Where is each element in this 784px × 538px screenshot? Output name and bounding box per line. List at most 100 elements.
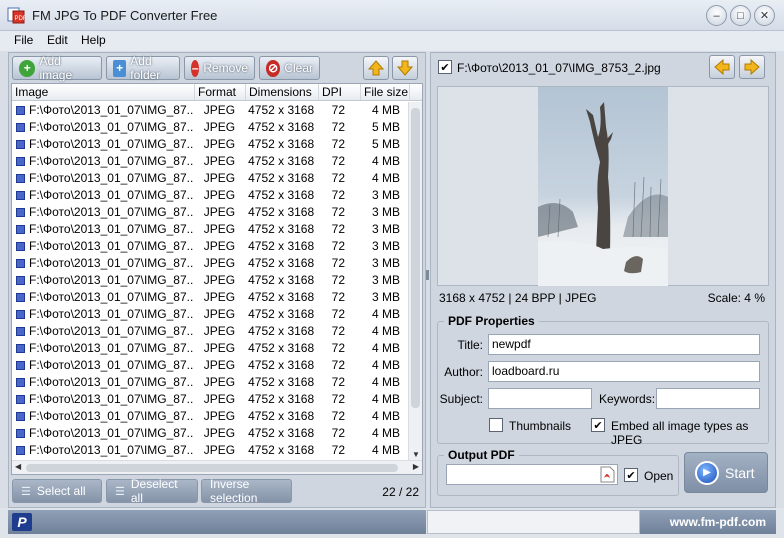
title-field[interactable]: newpdf [488, 334, 760, 355]
table-row[interactable]: F:\Фото\2013_01_07\IMG_87... JPEG 4752 x 3… [12, 289, 408, 306]
table-row[interactable]: F:\Фото\2013_01_07\IMG_87... JPEG 4752 x 3… [12, 306, 408, 323]
table-row[interactable]: F:\Фото\2013_01_07\IMG_87... JPEG 4752 x 3… [12, 374, 408, 391]
output-path-field[interactable] [446, 464, 618, 485]
horizontal-scroll-thumb[interactable] [26, 464, 398, 472]
inverse-selection-label: Inverse selection [210, 477, 258, 505]
maximize-button[interactable]: □ [730, 5, 751, 26]
file-icon [16, 259, 25, 268]
table-row[interactable]: F:\Фото\2013_01_07\IMG_87... JPEG 4752 x 3… [12, 442, 408, 459]
file-icon [16, 412, 25, 421]
preview-area [437, 86, 769, 286]
svg-text:PDF: PDF [15, 16, 26, 22]
add-icon: + [19, 59, 36, 77]
subject-field[interactable] [488, 388, 592, 409]
cell-dimensions: 4752 x 3168 [248, 409, 315, 423]
open-after-checkbox[interactable]: ✔ [624, 468, 638, 482]
next-image-button[interactable] [739, 55, 765, 79]
table-row[interactable]: F:\Фото\2013_01_07\IMG_87... JPEG 4752 x 3… [12, 170, 408, 187]
table-row[interactable]: F:\Фото\2013_01_07\IMG_87... JPEG 4752 x 3… [12, 357, 408, 374]
author-field[interactable]: loadboard.ru [488, 361, 760, 382]
menu-edit[interactable]: Edit [47, 33, 68, 47]
table-row[interactable]: F:\Фото\2013_01_07\IMG_87... JPEG 4752 x 3… [12, 136, 408, 153]
cell-file-size: 4 MB [371, 154, 400, 168]
table-row[interactable]: F:\Фото\2013_01_07\IMG_87... JPEG 4752 x 3… [12, 340, 408, 357]
subject-label: Subject: [439, 392, 483, 406]
inverse-selection-button[interactable]: Inverse selection [201, 477, 292, 505]
table-row[interactable]: F:\Фото\2013_01_07\IMG_87... JPEG 4752 x 3… [12, 425, 408, 442]
remove-button[interactable]: – Remove [184, 56, 255, 80]
cell-format: JPEG [203, 290, 236, 304]
cell-image: F:\Фото\2013_01_07\IMG_87... [12, 272, 194, 289]
table-row[interactable]: F:\Фото\2013_01_07\IMG_87... JPEG 4752 x 3… [12, 153, 408, 170]
cell-format: JPEG [203, 375, 236, 389]
keywords-field[interactable] [656, 388, 760, 409]
cell-dimensions: 4752 x 3168 [248, 154, 315, 168]
table-row[interactable]: F:\Фото\2013_01_07\IMG_87... JPEG 4752 x 3… [12, 408, 408, 425]
scroll-down-icon[interactable]: ▼ [412, 450, 420, 459]
file-path: F:\Фото\2013_01_07\IMG_87... [29, 443, 195, 457]
cell-dimensions: 4752 x 3168 [248, 137, 315, 151]
minimize-button[interactable]: – [706, 5, 727, 26]
scroll-left-icon[interactable]: ◀ [15, 462, 21, 471]
cell-format: JPEG [203, 171, 236, 185]
horizontal-scrollbar[interactable]: ◀ ▶ [12, 460, 422, 474]
select-all-icon: ☰ [21, 485, 31, 498]
previous-image-button[interactable] [709, 55, 735, 79]
add-folder-button[interactable]: + Add folder [106, 54, 180, 82]
move-down-button[interactable] [392, 56, 418, 80]
header-format[interactable]: Format [195, 84, 246, 100]
output-pdf-legend: Output PDF [448, 448, 515, 462]
start-label: Start [725, 464, 755, 481]
header-file-size[interactable]: File size [361, 84, 410, 100]
table-row[interactable]: F:\Фото\2013_01_07\IMG_87... JPEG 4752 x 3… [12, 323, 408, 340]
thumbnails-checkbox[interactable] [489, 418, 503, 432]
vertical-scroll-thumb[interactable] [411, 108, 420, 408]
move-up-button[interactable] [363, 56, 389, 80]
menu-help[interactable]: Help [81, 33, 106, 47]
start-button[interactable]: ▶ Start [684, 452, 768, 493]
table-row[interactable]: F:\Фото\2013_01_07\IMG_87... JPEG 4752 x 3… [12, 255, 408, 272]
vertical-scrollbar[interactable]: ▼ [408, 102, 422, 460]
author-label: Author: [444, 365, 483, 379]
cell-file-size: 4 MB [371, 392, 400, 406]
header-image[interactable]: Image [12, 84, 195, 100]
table-row[interactable]: F:\Фото\2013_01_07\IMG_87... JPEG 4752 x 3… [12, 391, 408, 408]
clear-button[interactable]: ⊘ Clear [259, 56, 320, 80]
embed-jpeg-label: Embed all image types as JPEG [611, 419, 749, 447]
cell-image: F:\Фото\2013_01_07\IMG_87... [12, 204, 194, 221]
header-dpi[interactable]: DPI [319, 84, 361, 100]
cell-file-size: 5 MB [371, 137, 400, 151]
file-path: F:\Фото\2013_01_07\IMG_87... [29, 273, 195, 287]
cell-dimensions: 4752 x 3168 [248, 256, 315, 270]
add-image-button[interactable]: + Add image [12, 54, 102, 82]
preview-checkbox[interactable]: ✔ [438, 60, 452, 74]
close-button[interactable]: ✕ [754, 5, 775, 26]
cell-format: JPEG [203, 137, 236, 151]
table-row[interactable]: F:\Фото\2013_01_07\IMG_87... JPEG 4752 x 3… [12, 102, 408, 119]
add-folder-label: Add folder [130, 54, 161, 82]
deselect-all-button[interactable]: ☰ Deselect all [106, 477, 198, 505]
embed-jpeg-checkbox[interactable]: ✔ [591, 418, 605, 432]
scroll-right-icon[interactable]: ▶ [413, 462, 419, 471]
menu-file[interactable]: File [14, 33, 33, 47]
table-row[interactable]: F:\Фото\2013_01_07\IMG_87... JPEG 4752 x 3… [12, 119, 408, 136]
panel-splitter[interactable] [426, 270, 429, 280]
cell-format: JPEG [203, 205, 236, 219]
cell-image: F:\Фото\2013_01_07\IMG_87... [12, 289, 194, 306]
header-dimensions[interactable]: Dimensions [246, 84, 319, 100]
cell-dpi: 72 [331, 188, 345, 202]
cell-dpi: 72 [331, 324, 345, 338]
select-all-button[interactable]: ☰ Select all [12, 479, 102, 503]
cell-file-size: 4 MB [371, 171, 400, 185]
website-link[interactable]: www.fm-pdf.com [640, 510, 776, 534]
cell-file-size: 5 MB [371, 120, 400, 134]
pdf-file-icon[interactable] [599, 466, 615, 483]
cell-format: JPEG [203, 120, 236, 134]
table-row[interactable]: F:\Фото\2013_01_07\IMG_87... JPEG 4752 x 3… [12, 221, 408, 238]
keywords-label: Keywords: [599, 392, 656, 406]
cell-file-size: 3 MB [371, 205, 400, 219]
table-row[interactable]: F:\Фото\2013_01_07\IMG_87... JPEG 4752 x 3… [12, 238, 408, 255]
table-row[interactable]: F:\Фото\2013_01_07\IMG_87... JPEG 4752 x 3… [12, 272, 408, 289]
table-row[interactable]: F:\Фото\2013_01_07\IMG_87... JPEG 4752 x 3… [12, 204, 408, 221]
table-row[interactable]: F:\Фото\2013_01_07\IMG_87... JPEG 4752 x 3… [12, 187, 408, 204]
